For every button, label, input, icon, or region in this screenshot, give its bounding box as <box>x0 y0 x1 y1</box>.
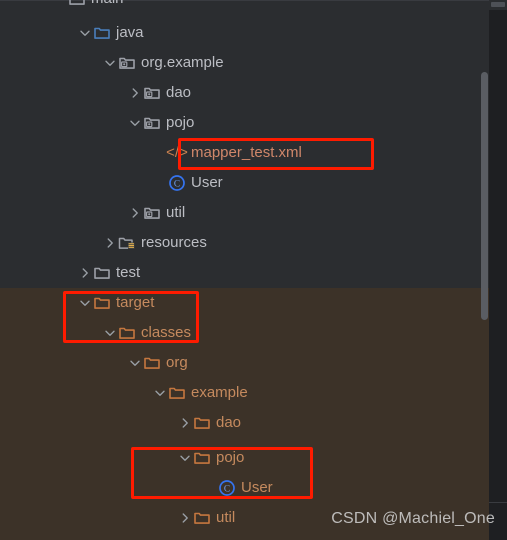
chevron-down-icon[interactable] <box>177 450 193 466</box>
chevron-down-icon[interactable] <box>77 25 93 41</box>
svg-text:C: C <box>224 485 230 495</box>
tree-row-mapper-test-xml[interactable]: </> mapper_test.xml <box>0 138 489 168</box>
vertical-scrollbar-track[interactable] <box>480 0 489 540</box>
tree-row-user[interactable]: C User <box>0 473 489 503</box>
tree-row-label: example <box>191 384 248 401</box>
folder-resources-icon <box>118 234 136 252</box>
tree-row-label: util <box>166 204 186 221</box>
tree-row-classes[interactable]: classes <box>0 318 489 348</box>
tree-row-dao[interactable]: dao <box>0 78 489 108</box>
project-tool-window[interactable]: main java org.example dao pojo </>mapper_test… <box>0 0 489 540</box>
chevron-down-icon[interactable] <box>127 115 143 131</box>
tree-row-label: pojo <box>216 449 245 466</box>
tree-row-org[interactable]: org <box>0 348 489 378</box>
tree-row-label: dao <box>216 414 242 431</box>
chevron-down-icon[interactable] <box>102 325 118 341</box>
tree-row-label: util <box>216 509 236 526</box>
project-tree-screenshot: main java org.example dao pojo </>mapper_test… <box>0 0 507 540</box>
right-strip-divider <box>489 502 507 503</box>
chevron-down-icon[interactable] <box>102 55 118 71</box>
folder-excluded-icon <box>118 324 136 342</box>
chevron-down-icon[interactable] <box>127 355 143 371</box>
chevron-right-icon[interactable] <box>127 85 143 101</box>
vertical-scrollbar-thumb[interactable] <box>481 72 488 320</box>
tree-row-label: java <box>116 24 144 41</box>
right-strip-tab-handle[interactable] <box>491 2 505 7</box>
chevron-right-icon[interactable] <box>177 415 193 431</box>
tree-row-label: mapper_test.xml <box>191 144 302 161</box>
tree-row-label: resources <box>141 234 207 251</box>
tree-row-label: User <box>241 479 273 496</box>
tree-row-label: target <box>116 294 155 311</box>
folder-excluded-icon <box>143 354 161 372</box>
folder-excluded-icon <box>168 384 186 402</box>
right-tool-strip[interactable] <box>489 0 507 540</box>
package-icon <box>143 204 161 222</box>
tree-row-user[interactable]: C User <box>0 168 489 198</box>
tree-row-main[interactable]: main <box>0 0 489 14</box>
tree-row-dao[interactable]: dao <box>0 408 489 438</box>
tree-row-label: test <box>116 264 141 281</box>
folder-module-icon <box>93 264 111 282</box>
folder-excluded-icon <box>193 449 211 467</box>
tree-row-label: main <box>91 0 124 14</box>
tree-row-example[interactable]: example <box>0 378 489 408</box>
tree-row-java[interactable]: java <box>0 18 489 48</box>
chevron-down-icon[interactable] <box>77 295 93 311</box>
tree-row-label: org <box>166 354 188 371</box>
folder-excluded-icon <box>93 294 111 312</box>
package-icon <box>143 114 161 132</box>
tree-row-target[interactable]: target <box>0 288 489 318</box>
java-class-icon: C <box>218 479 236 497</box>
tree-row-label: classes <box>141 324 192 341</box>
tree-row-pojo[interactable]: pojo <box>0 443 489 473</box>
tree-row-org-example[interactable]: org.example <box>0 48 489 78</box>
svg-text:C: C <box>174 180 180 190</box>
folder-excluded-icon <box>193 509 211 527</box>
xml-file-icon: </> <box>166 144 188 161</box>
package-icon <box>118 54 136 72</box>
tree-row-label: User <box>191 174 223 191</box>
java-class-icon: C <box>168 174 186 192</box>
chevron-right-icon[interactable] <box>177 510 193 526</box>
tree-row-test[interactable]: test <box>0 258 489 288</box>
folder-source-icon <box>93 24 111 42</box>
chevron-down-icon[interactable] <box>152 385 168 401</box>
chevron-right-icon[interactable] <box>102 235 118 251</box>
folder-excluded-icon <box>193 414 211 432</box>
tree-row-label: pojo <box>166 114 195 131</box>
tree-row-pojo[interactable]: pojo <box>0 108 489 138</box>
chevron-right-icon[interactable] <box>127 205 143 221</box>
tree-row-util[interactable]: util <box>0 198 489 228</box>
tree-row-resources[interactable]: resources <box>0 228 489 258</box>
chevron-right-icon[interactable] <box>77 265 93 281</box>
tree-row-label: org.example <box>141 54 224 71</box>
tree-row-label: dao <box>166 84 192 101</box>
package-icon <box>143 84 161 102</box>
folder-module-icon <box>68 0 86 8</box>
csdn-watermark: CSDN @Machiel_One <box>331 510 495 527</box>
